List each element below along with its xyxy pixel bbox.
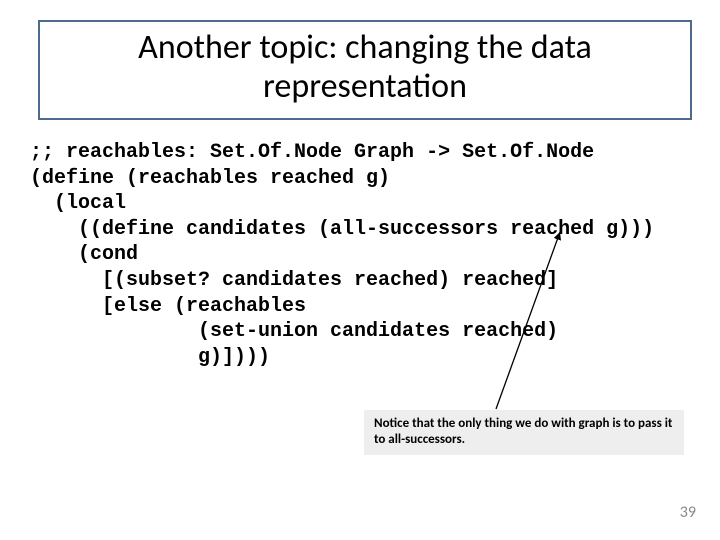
slide-title: Another topic: changing the data represe…	[50, 28, 680, 106]
page-number: 39	[680, 503, 696, 522]
title-box: Another topic: changing the data represe…	[38, 20, 692, 120]
callout-box: Notice that the only thing we do with gr…	[364, 410, 684, 455]
code-block: ;; reachables: Set.Of.Node Graph -> Set.…	[30, 140, 654, 370]
slide: Another topic: changing the data represe…	[0, 0, 720, 540]
callout-text: Notice that the only thing we do with gr…	[374, 416, 672, 447]
